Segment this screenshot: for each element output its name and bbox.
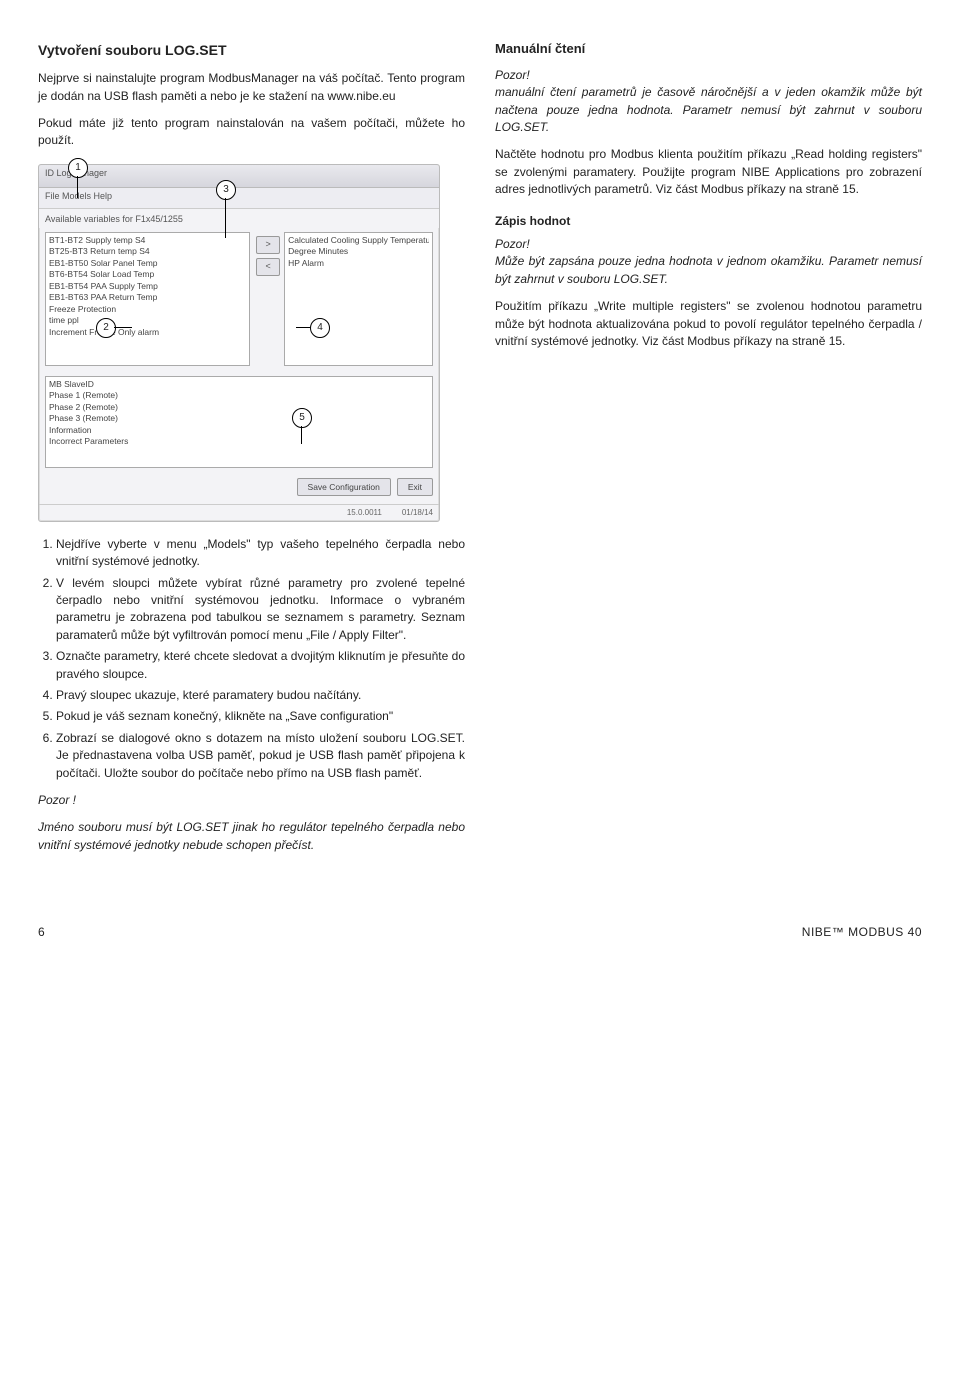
callout-3-leader xyxy=(225,198,226,238)
list-item[interactable]: BT6-BT54 Solar Load Temp xyxy=(49,269,246,280)
write-p1: Použitím příkazu „Write multiple registe… xyxy=(495,298,922,350)
section-title-logset: Vytvoření souboru LOG.SET xyxy=(38,40,465,60)
window-titlebar: ID LogManager xyxy=(39,165,439,188)
step-3: Označte parametry, které chcete sledovat… xyxy=(56,648,465,683)
subhead-write: Zápis hodnot xyxy=(495,213,922,230)
pozor2-label: Pozor! xyxy=(495,236,922,253)
list-item[interactable]: EB1-BT54 PAA Supply Temp xyxy=(49,281,246,292)
page-number: 6 xyxy=(38,924,45,941)
step-6: Zobrazí se dialogové okno s dotazem na m… xyxy=(56,730,465,782)
callout-3: 3 xyxy=(216,180,236,200)
pozor2-text: Může být zapsána pouze jedna hodnota v j… xyxy=(495,253,922,288)
callout-4-leader xyxy=(296,327,310,328)
callout-2: 2 xyxy=(96,318,116,338)
note-label-left: Pozor ! xyxy=(38,792,465,809)
list-item[interactable]: Calculated Cooling Supply Temperature xyxy=(288,235,429,246)
page-footer: 6 NIBE™ MODBUS 40 xyxy=(38,924,922,941)
callout-1-leader xyxy=(77,176,78,198)
callout-5: 5 xyxy=(292,408,312,428)
status-version: 15.0.0011 xyxy=(347,507,382,519)
step-1: Nejdříve vyberte v menu „Models" typ vaš… xyxy=(56,536,465,571)
manual-read-p1: Načtěte hodnotu pro Modbus klienta použi… xyxy=(495,146,922,198)
list-item[interactable]: HP Alarm xyxy=(288,258,429,269)
list-item[interactable]: BT25-BT3 Return temp S4 xyxy=(49,246,246,257)
step-2: V levém sloupci můžete vybírat různé par… xyxy=(56,575,465,645)
available-variables-list[interactable]: BT1-BT2 Supply temp S4 BT25-BT3 Return t… xyxy=(45,232,250,366)
screenshot-container: 1 3 ID LogManager File Models Help Avail… xyxy=(38,164,465,522)
list-item[interactable]: BT1-BT2 Supply temp S4 xyxy=(49,235,246,246)
list-item[interactable]: Phase 1 (Remote) xyxy=(49,390,429,401)
move-left-button[interactable]: < xyxy=(256,258,280,276)
list-item[interactable]: Information xyxy=(49,425,429,436)
list-item[interactable]: MB SlaveID xyxy=(49,379,429,390)
list-item[interactable]: Increment Freeze Only alarm xyxy=(49,327,246,338)
info-list[interactable]: MB SlaveID Phase 1 (Remote) Phase 2 (Rem… xyxy=(45,376,433,468)
left-list-caption: Available variables for F1x45/1255 xyxy=(39,209,439,228)
footer-brand: NIBE™ MODBUS 40 xyxy=(802,924,922,941)
list-item[interactable]: Incorrect Parameters xyxy=(49,436,429,447)
list-item[interactable]: Phase 3 (Remote) xyxy=(49,413,429,424)
list-item[interactable]: EB1-BT63 PAA Return Temp xyxy=(49,292,246,303)
modbusmanager-window: ID LogManager File Models Help Available… xyxy=(38,164,440,522)
callout-4: 4 xyxy=(310,318,330,338)
list-item[interactable]: EB1-BT50 Solar Panel Temp xyxy=(49,258,246,269)
step-5: Pokud je váš seznam konečný, klikněte na… xyxy=(56,708,465,725)
intro-p2: Pokud máte již tento program nainstalová… xyxy=(38,115,465,150)
save-configuration-button[interactable]: Save Configuration xyxy=(297,478,391,496)
pozor1-text: manuální čtení parametrů je časově nároč… xyxy=(495,84,922,136)
callout-1: 1 xyxy=(68,158,88,178)
list-item[interactable]: Freeze Protection xyxy=(49,304,246,315)
instruction-list: Nejdříve vyberte v menu „Models" typ vaš… xyxy=(38,536,465,782)
step-4: Pravý sloupec ukazuje, které paramatery … xyxy=(56,687,465,704)
list-item[interactable]: Phase 2 (Remote) xyxy=(49,402,429,413)
note-text-left: Jméno souboru musí být LOG.SET jinak ho … xyxy=(38,819,465,854)
list-item[interactable]: time ppl xyxy=(49,315,246,326)
move-right-button[interactable]: > xyxy=(256,236,280,254)
selected-log-list[interactable]: Calculated Cooling Supply Temperature De… xyxy=(284,232,433,366)
exit-button[interactable]: Exit xyxy=(397,478,433,496)
section-title-manual-read: Manuální čtení xyxy=(495,40,922,59)
list-item[interactable]: Degree Minutes xyxy=(288,246,429,257)
callout-5-leader xyxy=(301,426,302,444)
callout-2-leader xyxy=(114,327,132,328)
status-date: 01/18/14 xyxy=(402,507,433,519)
window-menubar[interactable]: File Models Help xyxy=(39,188,439,209)
status-bar: 15.0.0011 01/18/14 xyxy=(39,504,439,521)
intro-p1: Nejprve si nainstalujte program ModbusMa… xyxy=(38,70,465,105)
pozor1-label: Pozor! xyxy=(495,67,922,84)
